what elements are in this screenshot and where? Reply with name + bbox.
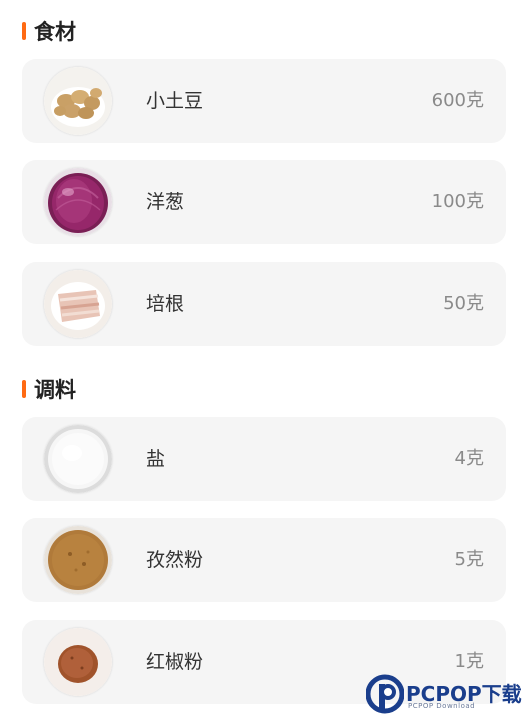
watermark: PCPOP下载 PCPOP Download	[366, 672, 526, 716]
section-title: 调料	[34, 378, 76, 402]
ingredient-amount: 600克	[431, 90, 484, 111]
bacon-icon	[44, 270, 112, 338]
cumin-powder-icon	[44, 526, 112, 594]
seasoning-row-salt[interactable]: 盐 4克	[22, 417, 506, 501]
seasoning-row-cumin[interactable]: 孜然粉 5克	[22, 518, 506, 602]
salt-icon	[44, 425, 112, 493]
ingredient-amount: 100克	[431, 191, 484, 212]
ingredient-row-onion[interactable]: 洋葱 100克	[22, 160, 506, 244]
section-header-ingredients: 食材	[22, 16, 76, 46]
seasoning-amount: 4克	[454, 448, 484, 469]
onion-icon	[44, 168, 112, 236]
seasoning-name: 红椒粉	[146, 651, 204, 673]
seasoning-amount: 5克	[454, 549, 484, 570]
ingredient-row-bacon[interactable]: 培根 50克	[22, 262, 506, 346]
seasoning-name: 盐	[146, 448, 166, 470]
seasoning-name: 孜然粉	[146, 549, 204, 571]
pcpop-logo-icon	[366, 674, 404, 714]
paprika-powder-icon	[44, 628, 112, 696]
section-title: 食材	[34, 20, 76, 44]
watermark-sub: PCPOP Download	[408, 702, 476, 710]
section-header-seasonings: 调料	[22, 374, 76, 404]
ingredient-row-potatoes[interactable]: 小土豆 600克	[22, 59, 506, 143]
ingredient-name: 培根	[146, 293, 185, 315]
ingredient-name: 洋葱	[146, 191, 185, 213]
potatoes-icon	[44, 67, 112, 135]
ingredient-name: 小土豆	[146, 90, 204, 112]
section-accent-bar	[22, 380, 26, 398]
ingredient-amount: 50克	[443, 293, 484, 314]
section-accent-bar	[22, 22, 26, 40]
